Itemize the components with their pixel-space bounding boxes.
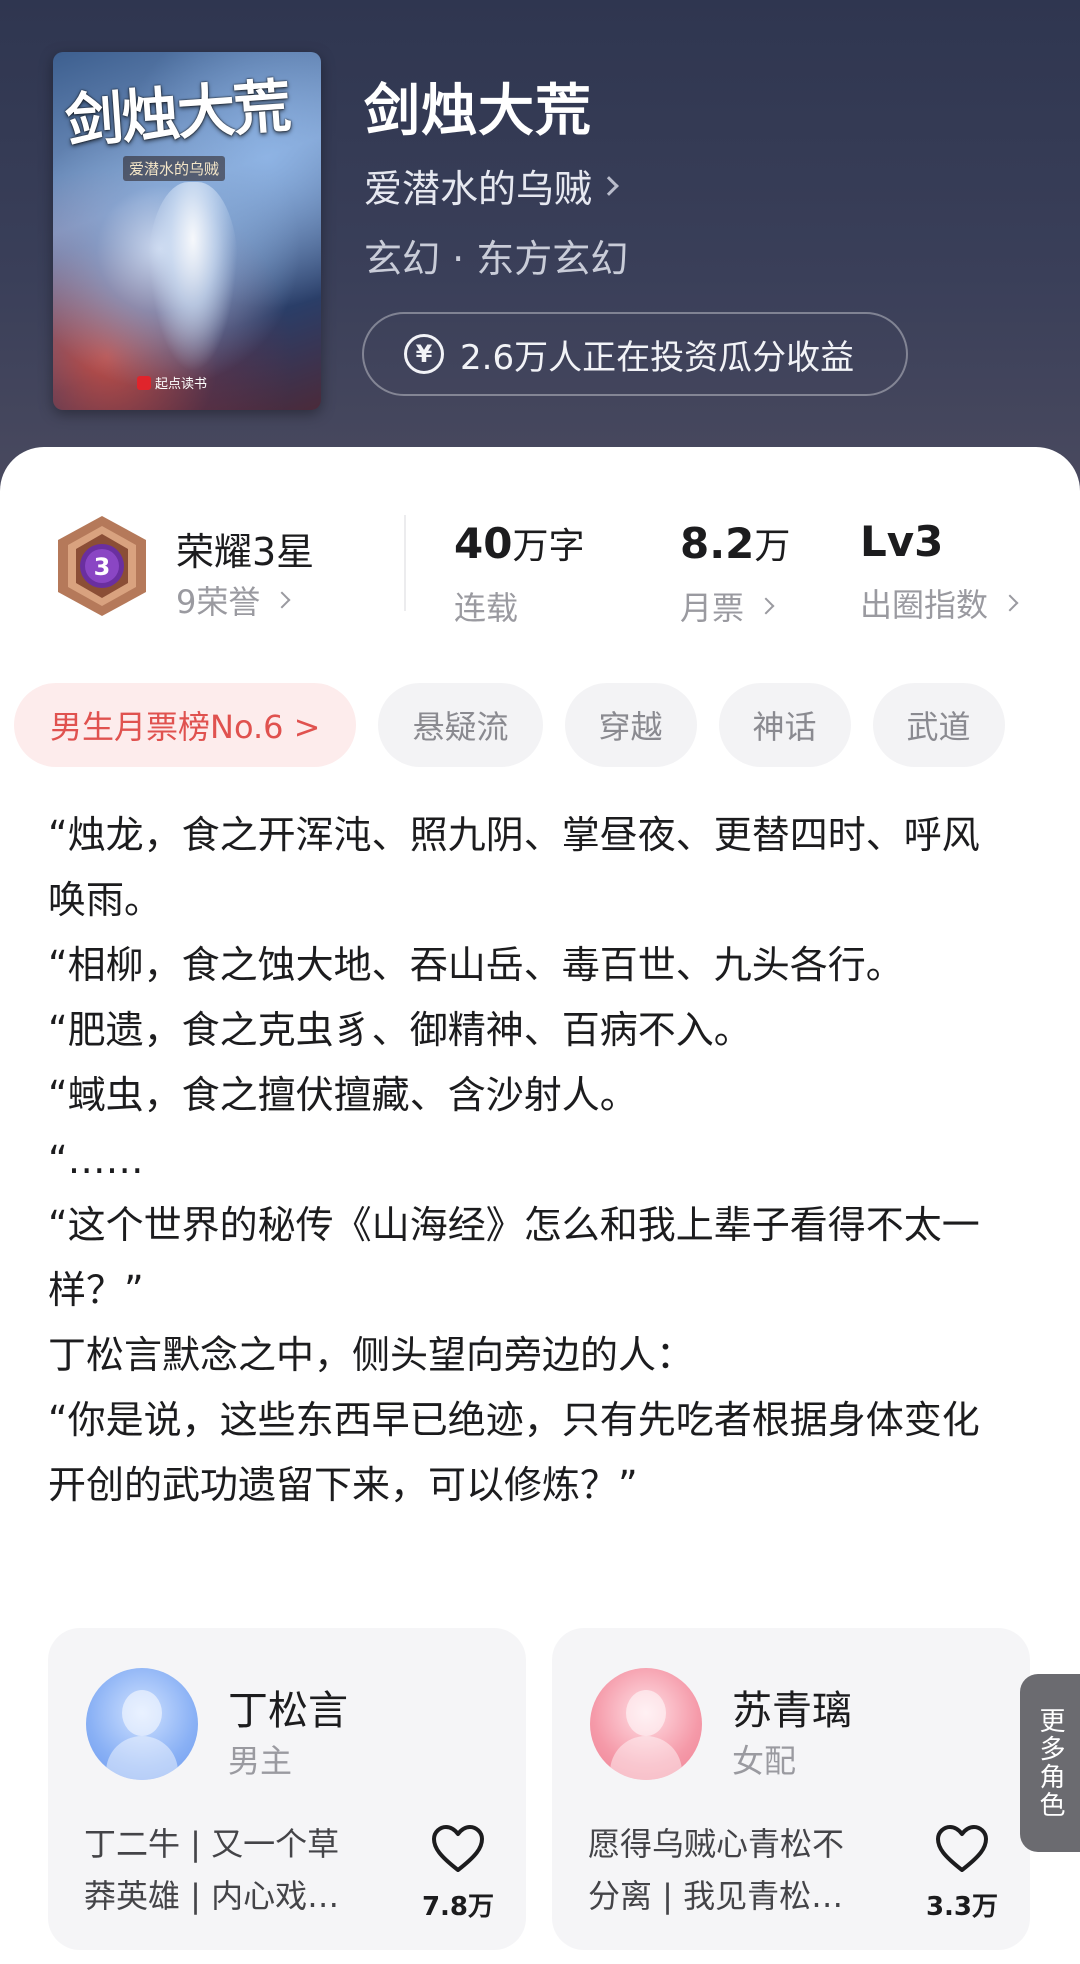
chevron-right-icon: [273, 591, 291, 609]
monthly-ticket-unit: 万: [754, 526, 791, 567]
like-count: 7.8万: [421, 1892, 495, 1922]
synopsis-line: “肥遗，食之克虫豸、御精神、百病不入。: [48, 1008, 752, 1052]
tag-item[interactable]: 神话: [718, 683, 851, 767]
heart-icon[interactable]: [934, 1824, 990, 1874]
chevron-right-icon: [757, 597, 775, 615]
synopsis-line: “相柳，食之蚀大地、吞山岳、毒百世、九头各行。: [48, 943, 904, 987]
more-roles-button[interactable]: 更多角色: [1020, 1674, 1080, 1852]
author-name: 爱潜水的乌贼: [364, 167, 593, 211]
stats-row: 3 荣耀3星 9荣誉 40万字 连载 8.2万 月票 Lv3 出圈指数: [0, 497, 1080, 627]
chevron-right-icon: [1001, 594, 1019, 612]
synopsis-line: “你是说，这些东西早已绝迹，只有先吃者根据身体变化开创的武功遗留下来，可以修炼？…: [48, 1398, 980, 1507]
honor-count-link[interactable]: 9荣誉: [176, 577, 291, 623]
cover-publisher-label: 起点读书: [155, 377, 208, 392]
monthly-ticket-label: 月票: [680, 589, 745, 627]
publisher-logo-icon: [137, 375, 151, 390]
circle-index-stat[interactable]: Lv3 出圈指数: [860, 517, 1019, 626]
monthly-ticket-stat[interactable]: 8.2万 月票: [680, 517, 790, 629]
character-desc-line: 莽英雄 | 内心戏…: [84, 1877, 340, 1915]
cover-figure-art: [148, 182, 238, 372]
synopsis-line: “……: [48, 1138, 144, 1182]
honor-count: 9荣誉: [176, 583, 261, 621]
book-header: 剑烛大荒 爱潜水的乌贼 起点读书 剑烛大荒 爱潜水的乌贼 玄幻 · 东方玄幻 ¥…: [0, 0, 1080, 500]
book-title: 剑烛大荒: [364, 79, 592, 144]
invest-button[interactable]: ¥ 2.6万人正在投资瓜分收益: [362, 312, 908, 396]
synopsis-line: 丁松言默念之中，侧头望向旁边的人：: [48, 1333, 695, 1377]
tag-item[interactable]: 悬疑流: [378, 683, 543, 767]
character-name: 丁松言: [228, 1688, 348, 1734]
author-link[interactable]: 爱潜水的乌贼: [364, 158, 619, 213]
character-card[interactable]: 苏青璃 女配 愿得乌贼心青松不 分离 | 我见青松… 3.3万: [552, 1628, 1030, 1950]
divider: [404, 515, 406, 611]
monthly-ticket-value: 8.2: [680, 519, 755, 568]
honor-level: 荣耀3星: [176, 530, 315, 574]
character-avatar: [590, 1668, 702, 1780]
word-count-unit: 万字: [512, 526, 585, 567]
cover-publisher: 起点读书: [137, 373, 207, 392]
invest-label: 2.6万人正在投资瓜分收益: [460, 337, 855, 378]
honor-badge-number: 3: [94, 553, 111, 581]
circle-index-value: Lv3: [860, 517, 944, 566]
character-description: 愿得乌贼心青松不 分离 | 我见青松…: [588, 1818, 888, 1922]
character-description: 丁二牛 | 又一个草 莽英雄 | 内心戏…: [84, 1818, 384, 1922]
circle-index-label: 出圈指数: [860, 586, 989, 624]
cover-author: 爱潜水的乌贼: [123, 156, 226, 181]
character-avatar: [86, 1668, 198, 1780]
cover-title: 剑烛大荒: [63, 71, 292, 156]
honor-badge-icon[interactable]: 3: [52, 512, 152, 620]
synopsis-line: “蜮虫，食之擅伏擅藏、含沙射人。: [48, 1073, 638, 1117]
chevron-right-icon: [599, 175, 619, 196]
yen-circle-icon: ¥: [404, 334, 444, 374]
character-role: 女配: [732, 1742, 797, 1780]
tag-row: 男生月票榜No.6 > 悬疑流 穿越 神话 武道: [14, 683, 1005, 767]
character-desc-line: 丁二牛 | 又一个草: [84, 1825, 340, 1863]
book-synopsis[interactable]: “烛龙，食之开浑沌、照九阴、掌昼夜、更替四时、呼风唤雨。 “相柳，食之蚀大地、吞…: [48, 803, 1008, 1518]
character-desc-line: 愿得乌贼心青松不: [588, 1825, 845, 1863]
like-count: 3.3万: [925, 1892, 999, 1922]
tag-item[interactable]: 武道: [872, 683, 1005, 767]
synopsis-line: “烛龙，食之开浑沌、照九阴、掌昼夜、更替四时、呼风唤雨。: [48, 813, 980, 922]
rank-tag[interactable]: 男生月票榜No.6 >: [14, 683, 357, 767]
word-count-value: 40: [454, 519, 513, 568]
synopsis-line: “这个世界的秘传《山海经》怎么和我上辈子看得不太一样？”: [48, 1203, 980, 1312]
character-desc-line: 分离 | 我见青松…: [588, 1877, 844, 1915]
book-cover-image[interactable]: 剑烛大荒 爱潜水的乌贼 起点读书: [53, 52, 321, 410]
character-card[interactable]: 丁松言 男主 丁二牛 | 又一个草 莽英雄 | 内心戏… 7.8万: [48, 1628, 526, 1950]
heart-icon[interactable]: [430, 1824, 486, 1874]
book-genre: 玄幻 · 东方玄幻: [364, 237, 629, 281]
character-name: 苏青璃: [732, 1688, 852, 1734]
character-role: 男主: [228, 1742, 293, 1780]
word-count-label: 连载: [454, 589, 519, 627]
tag-item[interactable]: 穿越: [564, 683, 697, 767]
word-count-stat: 40万字 连载: [454, 517, 584, 629]
